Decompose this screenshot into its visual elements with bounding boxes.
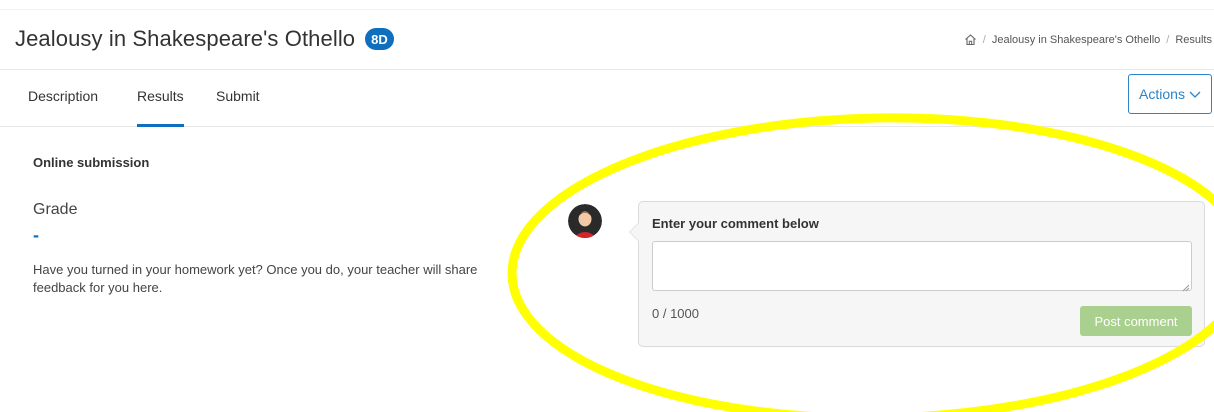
actions-label: Actions xyxy=(1139,86,1185,102)
class-badge: 8D xyxy=(365,28,394,50)
section-title: Online submission xyxy=(33,155,150,170)
title-group: Jealousy in Shakespeare's Othello 8D xyxy=(15,26,394,52)
grade-value: - xyxy=(33,225,39,245)
breadcrumb-separator: / xyxy=(1166,33,1170,46)
breadcrumb-separator: / xyxy=(982,33,986,46)
page: Jealousy in Shakespeare's Othello 8D / J… xyxy=(0,0,1214,412)
comment-input[interactable] xyxy=(652,241,1192,291)
character-counter: 0 / 1000 xyxy=(652,306,699,321)
breadcrumb: / Jealousy in Shakespeare's Othello / Re… xyxy=(964,33,1212,46)
post-comment-button[interactable]: Post comment xyxy=(1080,306,1192,336)
actions-button[interactable]: Actions xyxy=(1128,74,1212,114)
avatar xyxy=(568,204,602,238)
resize-grip-icon[interactable] xyxy=(1180,279,1190,292)
page-header: Jealousy in Shakespeare's Othello 8D / J… xyxy=(0,10,1214,70)
tab-results[interactable]: Results xyxy=(137,88,184,127)
breadcrumb-current: Results xyxy=(1175,33,1212,46)
comment-box: Enter your comment below 0 / 1000 Post c… xyxy=(629,201,1205,347)
tab-description[interactable]: Description xyxy=(28,88,98,104)
top-divider xyxy=(0,0,1214,10)
grade-label: Grade xyxy=(33,201,78,218)
breadcrumb-assignment-link[interactable]: Jealousy in Shakespeare's Othello xyxy=(992,34,1160,46)
comment-heading: Enter your comment below xyxy=(652,216,819,231)
chevron-down-icon xyxy=(1189,86,1201,102)
home-icon[interactable] xyxy=(964,33,977,46)
tab-submit[interactable]: Submit xyxy=(216,88,260,104)
tab-bar: Description Results Submit Actions xyxy=(0,70,1214,127)
feedback-info-text: Have you turned in your homework yet? On… xyxy=(33,262,478,295)
page-title: Jealousy in Shakespeare's Othello xyxy=(15,26,356,51)
